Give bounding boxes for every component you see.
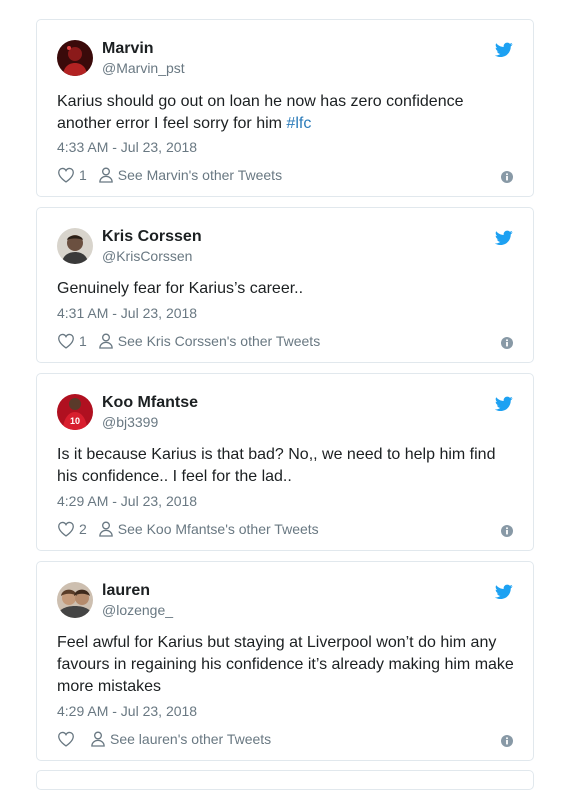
like-count[interactable]: 2 — [79, 521, 87, 537]
twitter-bird-icon[interactable] — [495, 584, 513, 600]
person-icon — [99, 521, 113, 537]
tweet-timestamp[interactable]: 4:29 AM - Jul 23, 2018 — [57, 702, 197, 720]
see-other-tweets-link[interactable]: See lauren's other Tweets — [110, 731, 271, 747]
tweet-timestamp[interactable]: 4:31 AM - Jul 23, 2018 — [57, 304, 197, 322]
tweet-card[interactable]: 10 Koo Mfantse @bj3399 Is it because Kar… — [36, 373, 534, 551]
see-other-tweets-link[interactable]: See Koo Mfantse's other Tweets — [118, 521, 319, 537]
author-handle[interactable]: @KrisCorssen — [102, 247, 192, 265]
tweet-actions: See lauren's other Tweets — [57, 729, 271, 749]
tweet-text: Karius should go out on loan he now has … — [57, 91, 507, 135]
tweet-timestamp[interactable]: 4:29 AM - Jul 23, 2018 — [57, 492, 197, 510]
twitter-bird-icon[interactable] — [495, 42, 513, 58]
person-icon — [99, 333, 113, 349]
heart-icon[interactable] — [57, 167, 75, 183]
author-name[interactable]: lauren — [102, 581, 150, 601]
twitter-bird-icon[interactable] — [495, 230, 513, 246]
person-icon — [91, 731, 105, 747]
tweet-actions: 2 See Koo Mfantse's other Tweets — [57, 519, 319, 539]
heart-icon[interactable] — [57, 521, 75, 537]
author-handle[interactable]: @Marvin_pst — [102, 59, 185, 77]
see-other-tweets-link[interactable]: See Kris Corssen's other Tweets — [118, 333, 320, 349]
author-name[interactable]: Koo Mfantse — [102, 393, 198, 413]
tweet-text: Genuinely fear for Karius’s career.. — [57, 278, 507, 300]
hashtag-link[interactable]: #lfc — [286, 115, 311, 132]
author-name[interactable]: Marvin — [102, 39, 154, 59]
person-icon — [99, 167, 113, 183]
tweet-text-body: Is it because Karius is that bad? No,, w… — [57, 446, 496, 485]
info-icon[interactable] — [501, 171, 513, 183]
avatar[interactable]: 10 — [57, 394, 93, 430]
avatar[interactable] — [57, 40, 93, 76]
info-icon[interactable] — [501, 525, 513, 537]
author-handle[interactable]: @bj3399 — [102, 413, 158, 431]
like-count[interactable]: 1 — [79, 333, 87, 349]
avatar[interactable] — [57, 582, 93, 618]
tweet-text-body: Genuinely fear for Karius’s career.. — [57, 280, 304, 297]
see-other-tweets-link[interactable]: See Marvin's other Tweets — [118, 167, 282, 183]
tweet-text-body: Feel awful for Karius but staying at Liv… — [57, 634, 514, 695]
tweet-text-body: Karius should go out on loan he now has … — [57, 93, 464, 132]
tweet-text: Is it because Karius is that bad? No,, w… — [57, 444, 507, 488]
svg-text:10: 10 — [70, 416, 80, 426]
tweet-card-partial — [36, 770, 534, 790]
heart-icon[interactable] — [57, 731, 75, 747]
author-name[interactable]: Kris Corssen — [102, 227, 202, 247]
tweet-card[interactable]: lauren @lozenge_ Feel awful for Karius b… — [36, 561, 534, 761]
info-icon[interactable] — [501, 337, 513, 349]
like-count[interactable]: 1 — [79, 167, 87, 183]
tweet-text: Feel awful for Karius but staying at Liv… — [57, 632, 517, 698]
tweet-timestamp[interactable]: 4:33 AM - Jul 23, 2018 — [57, 138, 197, 156]
tweet-card[interactable]: Kris Corssen @KrisCorssen Genuinely fear… — [36, 207, 534, 363]
tweet-card[interactable]: Marvin @Marvin_pst Karius should go out … — [36, 19, 534, 197]
heart-icon[interactable] — [57, 333, 75, 349]
tweet-actions: 1 See Kris Corssen's other Tweets — [57, 331, 320, 351]
twitter-bird-icon[interactable] — [495, 396, 513, 412]
tweet-actions: 1 See Marvin's other Tweets — [57, 165, 282, 185]
avatar[interactable] — [57, 228, 93, 264]
author-handle[interactable]: @lozenge_ — [102, 601, 173, 619]
info-icon[interactable] — [501, 735, 513, 747]
